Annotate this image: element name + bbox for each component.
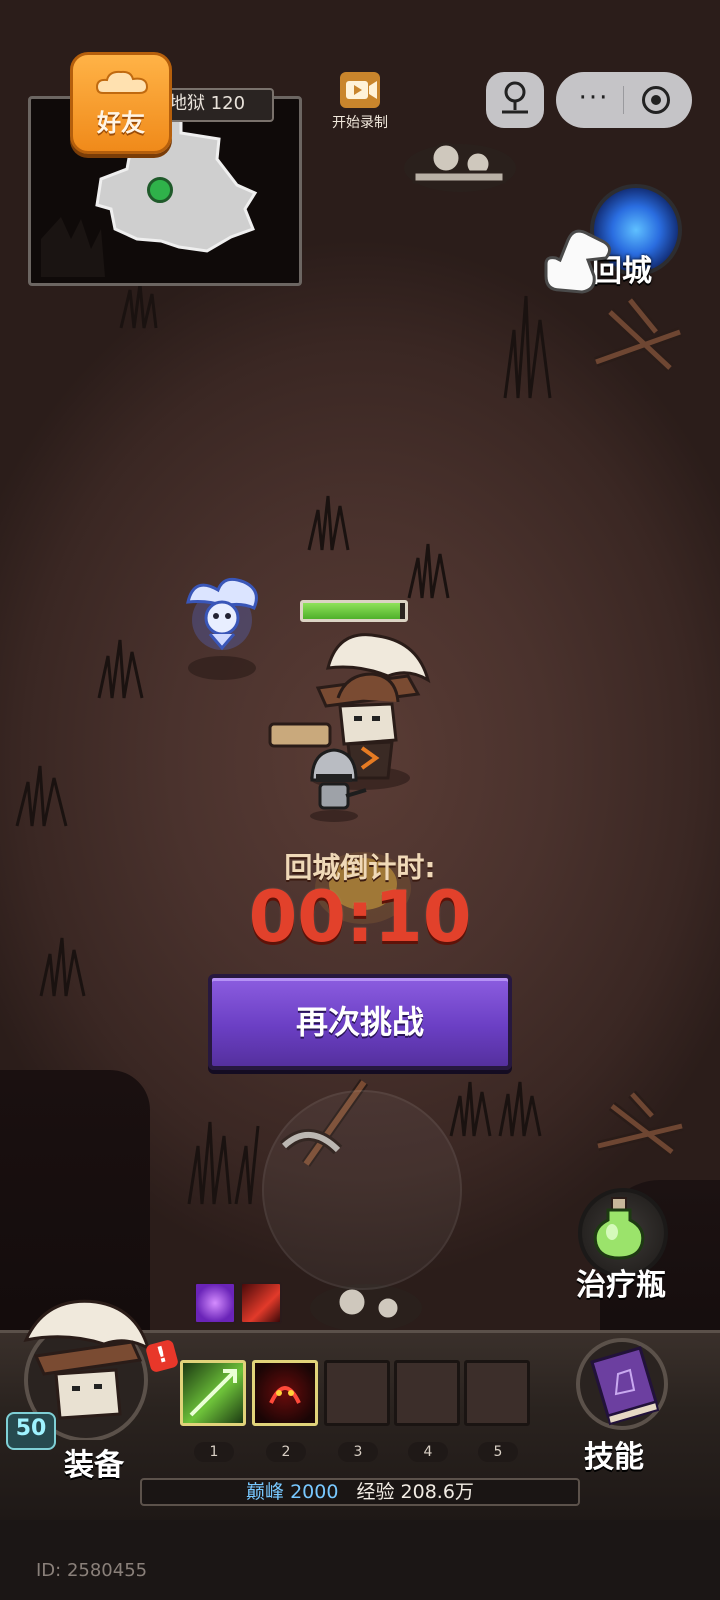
retry-challenge-button[interactable]: 再次挑战 xyxy=(208,974,512,1070)
potion-bottle-icon xyxy=(593,1197,645,1260)
skill-slot-number: 3 xyxy=(338,1442,378,1462)
red-demon-skill-icon xyxy=(269,1386,301,1404)
grass-tuft xyxy=(94,636,148,700)
grass-tuft xyxy=(116,280,166,330)
grass-tuft xyxy=(404,540,454,600)
grass-tuft xyxy=(446,1078,546,1138)
friend-button[interactable]: 好友 xyxy=(70,52,172,154)
player-marker-icon xyxy=(147,177,173,203)
healing-potion-label: 治疗瓶 xyxy=(576,1268,666,1303)
skill-slot-5[interactable] xyxy=(464,1360,530,1426)
video-camera-icon xyxy=(340,72,380,108)
skill-slot-3[interactable] xyxy=(324,1360,390,1426)
skill-slot-2[interactable] xyxy=(252,1360,318,1426)
hero-level-badge: 50 xyxy=(6,1412,56,1450)
game-controller-button[interactable] xyxy=(486,72,544,128)
record-button[interactable]: 开始录制 xyxy=(320,72,400,132)
experience-bar: 巅峰 2000 经验 208.6万 xyxy=(140,1478,580,1506)
skill-slot-1[interactable] xyxy=(180,1360,246,1426)
bone-pile xyxy=(400,128,530,202)
red-slash-buff-icon[interactable] xyxy=(240,1282,282,1324)
grass-tuft xyxy=(12,762,72,828)
grass-tuft xyxy=(304,492,354,552)
skill-slot-number: 1 xyxy=(194,1442,234,1462)
skill-slot-number: 2 xyxy=(266,1442,306,1462)
record-label: 开始录制 xyxy=(332,115,388,131)
peak-level-text: 巅峰 2000 xyxy=(246,1481,339,1503)
hero-health-fill xyxy=(303,603,400,619)
miniprogram-capsule: ··· xyxy=(556,72,692,128)
close-miniprogram-icon[interactable] xyxy=(642,86,670,114)
player-id: ID: 2580455 xyxy=(36,1560,148,1581)
spellbook-icon xyxy=(576,1338,668,1430)
friend-button-label: 好友 xyxy=(97,109,145,137)
skills-book-button[interactable] xyxy=(572,1334,672,1438)
skill-slot-4[interactable] xyxy=(394,1360,460,1426)
joystick-icon xyxy=(502,81,528,114)
more-options-icon[interactable]: ··· xyxy=(572,82,616,114)
experience-text: 经验 208.6万 xyxy=(356,1481,474,1503)
green-arrow-skill-icon xyxy=(189,1369,237,1417)
return-countdown-timer: 00:10 xyxy=(248,876,472,958)
equipment-button-label[interactable]: 装备 xyxy=(64,1440,124,1484)
purple-heart-buff-icon[interactable] xyxy=(194,1282,236,1324)
capsule-divider xyxy=(623,86,624,114)
skill-slot-number: 4 xyxy=(408,1442,448,1462)
hero-health-bar xyxy=(300,600,408,622)
tutorial-hand-icon xyxy=(538,220,622,308)
skills-button-label: 技能 xyxy=(584,1440,644,1475)
cloud-icon xyxy=(95,70,149,94)
skill-slot-number: 5 xyxy=(478,1442,518,1462)
grass-tuft xyxy=(184,1116,264,1206)
virtual-joystick[interactable] xyxy=(262,1090,462,1290)
wood-debris xyxy=(592,1086,692,1160)
pet-sprite xyxy=(180,572,264,686)
knight-companion-sprite xyxy=(300,744,370,828)
